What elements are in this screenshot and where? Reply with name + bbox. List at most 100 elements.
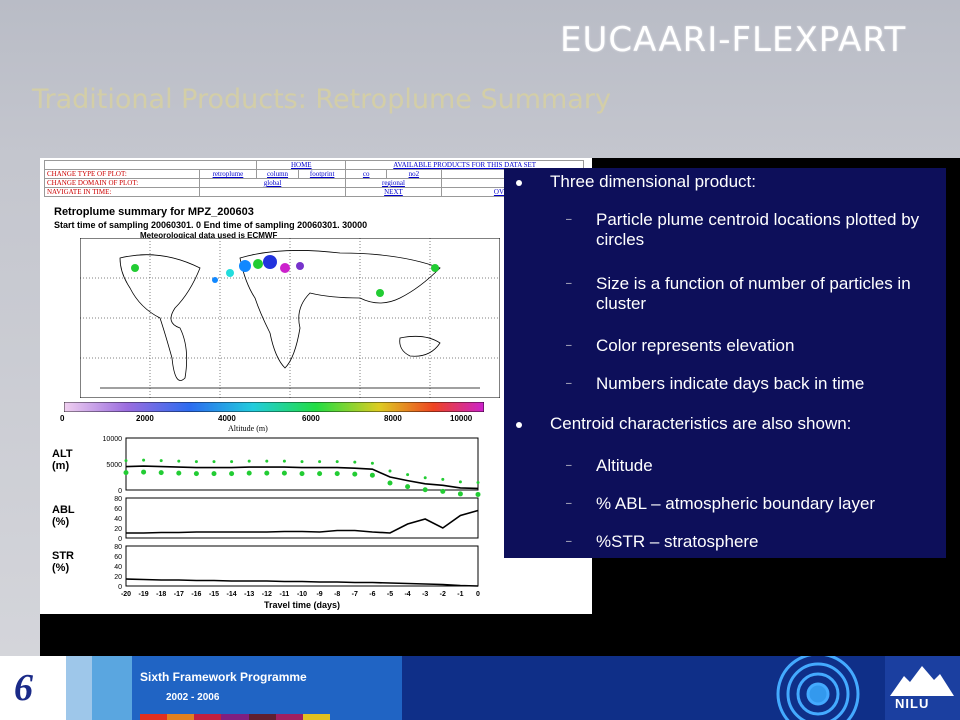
bullet-dash: – <box>566 278 572 289</box>
x-tick-label: -20 <box>121 591 131 598</box>
home-link[interactable]: HOME <box>256 160 347 170</box>
x-tick-label: -1 <box>457 591 463 598</box>
color-square <box>302 714 330 720</box>
x-tick-label: -10 <box>297 591 307 598</box>
alt-ytick-label: 0 <box>118 488 122 495</box>
domain-regional-link[interactable]: regional <box>345 178 442 188</box>
programme-name: Sixth Framework Programme <box>140 670 307 684</box>
footer-bar: 6 Sixth Framework Programme 2002 - 2006 <box>0 656 960 720</box>
navigate-label: NAVIGATE IN TIME: <box>44 187 200 197</box>
alt-centroid-point <box>370 461 374 465</box>
stripe-c <box>132 656 402 720</box>
slide-subtitle: Traditional Products: Retroplume Summary <box>32 84 611 115</box>
str-ytick-label: 80 <box>114 544 122 551</box>
alt-centroid-point <box>194 460 198 464</box>
x-tick-label: -6 <box>369 591 375 598</box>
alt-centroid-point <box>387 480 393 486</box>
stripe-a <box>66 656 92 720</box>
alt-centroid-point <box>353 460 357 464</box>
color-squares <box>140 714 330 720</box>
abl-ytick-label: 40 <box>114 516 122 523</box>
str-series-line <box>125 578 479 587</box>
alt-centroid-point <box>193 471 199 477</box>
alt-centroid-point <box>458 480 462 484</box>
alt-centroid-point <box>388 469 392 473</box>
x-tick-label: -13 <box>244 591 254 598</box>
x-tick-label: -18 <box>156 591 166 598</box>
colorbar-tick-3: 6000 <box>302 414 320 423</box>
color-square <box>221 714 249 720</box>
mountain-icon <box>890 666 954 696</box>
alt-plot-frame <box>125 437 479 491</box>
alt-centroid-point <box>441 477 445 481</box>
color-square <box>194 714 222 720</box>
next-link[interactable]: NEXT <box>345 187 442 197</box>
alt-centroid-point <box>176 470 182 476</box>
alt-centroid-point <box>212 460 216 464</box>
alt-ytick-label: 5000 <box>106 462 122 469</box>
x-tick-label: -12 <box>262 591 272 598</box>
alt-centroid-point <box>281 470 287 476</box>
x-tick-label: -9 <box>316 591 322 598</box>
slide-title: EUCAARI-FLEXPART <box>560 20 907 60</box>
alt-centroid-point <box>300 460 304 464</box>
sub-bullet-item: Color represents elevation <box>596 336 795 355</box>
stripe-b <box>92 656 132 720</box>
bullet-dash: – <box>566 214 572 225</box>
alt-centroid-point <box>475 491 481 497</box>
str-ytick-label: 40 <box>114 564 122 571</box>
alt-centroid-point <box>334 471 340 477</box>
alt-centroid-point <box>141 469 147 475</box>
alt-centroid-point <box>282 459 286 463</box>
alt-centroid-point <box>158 470 164 476</box>
abl-ytick-label: 60 <box>114 506 122 513</box>
fp6-logo: 6 <box>14 667 33 709</box>
domain-global-link[interactable]: global <box>198 178 347 188</box>
type-no2-link[interactable]: no2 <box>386 169 442 179</box>
alt-centroid-point <box>318 460 322 464</box>
bullet-dash: – <box>566 378 572 389</box>
alt-centroid-point <box>335 460 339 464</box>
plot-title: Retroplume summary for MPZ_200603 <box>54 206 254 218</box>
change-type-label: CHANGE TYPE OF PLOT: <box>44 169 200 179</box>
str-ytick-label: 60 <box>114 554 122 561</box>
altitude-colorbar <box>64 402 484 412</box>
alt-centroid-point <box>159 459 163 463</box>
logo-box <box>0 656 66 720</box>
programme-years: 2002 - 2006 <box>166 692 220 703</box>
abl-ytick-label: 0 <box>118 536 122 543</box>
x-tick-label: -2 <box>440 591 446 598</box>
alt-centroid-point <box>124 459 128 463</box>
alt-centroid-point <box>177 459 181 463</box>
x-tick-label: -4 <box>404 591 410 598</box>
alt-centroid-point <box>123 470 129 476</box>
alt-centroid-point <box>230 460 234 464</box>
alt-centroid-point <box>405 484 411 490</box>
type-retroplume-link[interactable]: retroplume <box>198 169 258 179</box>
str-ytick-label: 20 <box>114 574 122 581</box>
sampling-line: Start time of sampling 20060301. 0 End t… <box>54 220 368 230</box>
bullet-dash: – <box>566 536 572 547</box>
x-tick-label: -5 <box>387 591 393 598</box>
color-square <box>167 714 195 720</box>
color-square <box>248 714 276 720</box>
x-tick-label: -3 <box>422 591 428 598</box>
type-footprint-link[interactable]: footprint <box>297 169 347 179</box>
type-column-link[interactable]: column <box>256 169 299 179</box>
product-nav-table: HOME AVAILABLE PRODUCTS FOR THIS DATA SE… <box>43 160 585 197</box>
x-tick-label: -14 <box>227 591 237 598</box>
alt-centroid-point <box>246 470 252 476</box>
x-tick-label: -19 <box>139 591 149 598</box>
x-tick-label: -7 <box>352 591 358 598</box>
bullet-dash: – <box>566 340 572 351</box>
type-co-link[interactable]: co <box>345 169 388 179</box>
abl-ytick-label: 20 <box>114 526 122 533</box>
alt-centroid-point <box>369 472 375 478</box>
x-tick-label: -17 <box>174 591 184 598</box>
alt-centroid-point <box>264 470 270 476</box>
sub-bullet-item: % ABL – atmospheric boundary layer <box>596 494 876 513</box>
sub-bullet-item: %STR – stratosphere <box>596 532 759 551</box>
alt-ytick-label: 10000 <box>103 436 123 443</box>
bullet-dash: – <box>566 498 572 509</box>
sub-bullet-item: Altitude <box>596 456 653 475</box>
